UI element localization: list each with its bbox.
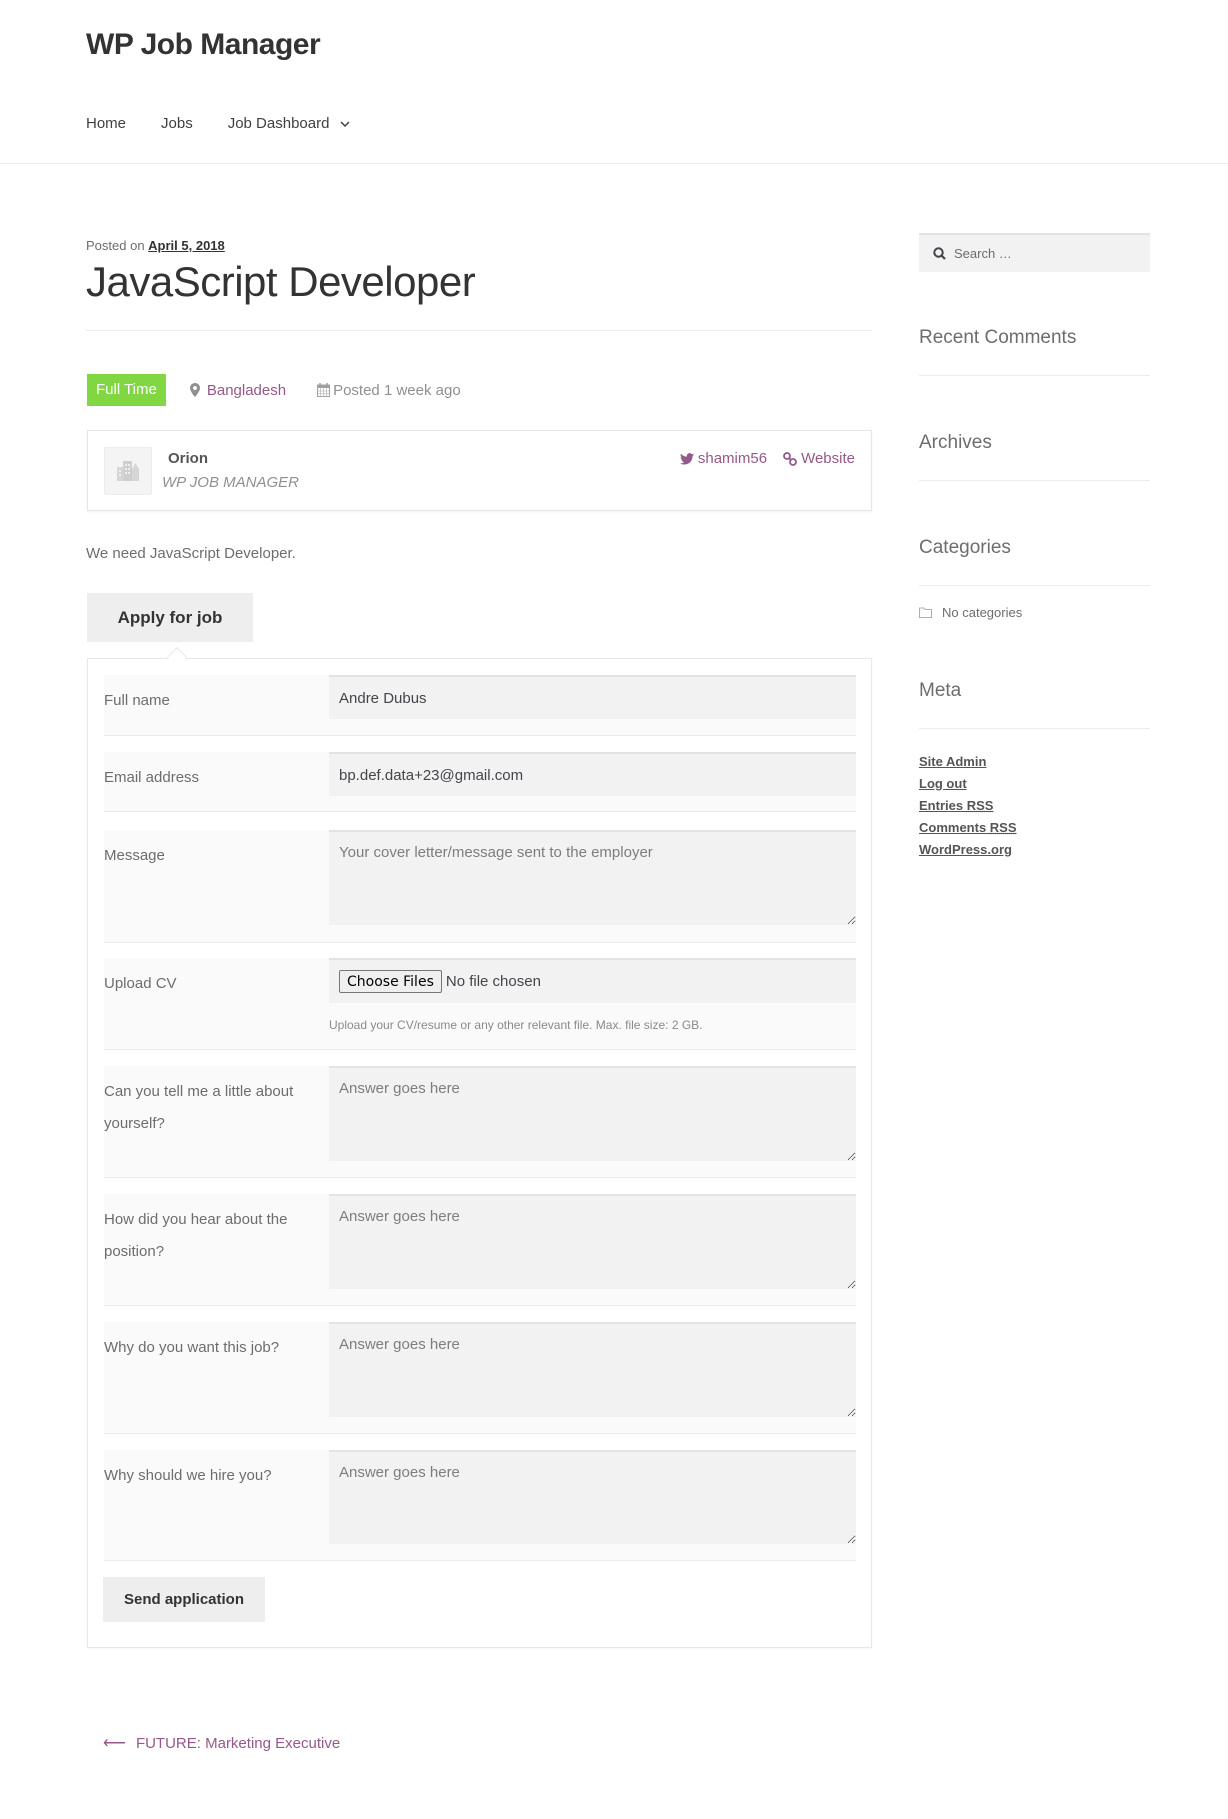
header-divider xyxy=(0,163,1228,164)
file-status: No file chosen xyxy=(445,973,541,990)
company-name: Orion xyxy=(168,450,208,467)
hear-about-textarea[interactable] xyxy=(329,1194,856,1289)
send-application-button[interactable]: Send application xyxy=(103,1577,265,1622)
field-row-message: Message xyxy=(104,830,856,943)
site-title[interactable]: WP Job Manager xyxy=(86,28,321,62)
meta-link-wordpress-org[interactable]: WordPress.org xyxy=(919,839,1017,861)
choose-files-button[interactable]: Choose Files xyxy=(339,970,442,993)
full-name-label: Full name xyxy=(104,692,170,709)
upload-hint: Upload your CV/resume or any other relev… xyxy=(329,1018,703,1032)
rss-abbr: RSS xyxy=(966,798,994,813)
widget-divider xyxy=(919,728,1150,729)
email-label: Email address xyxy=(104,769,200,786)
nav-item-job-dashboard[interactable]: Job Dashboard xyxy=(228,115,330,132)
why-want-job-textarea[interactable] xyxy=(329,1322,856,1417)
chevron-down-icon[interactable] xyxy=(340,117,350,131)
company-info: Orion WP JOB MANAGER shamim56 Website xyxy=(87,430,872,511)
widget-divider xyxy=(919,480,1150,481)
nav-item-jobs[interactable]: Jobs xyxy=(161,115,193,132)
building-icon xyxy=(117,461,139,481)
hear-about-label: How did you hear about the position? xyxy=(104,1211,288,1260)
field-row-why-want-job: Why do you want this job? xyxy=(104,1322,856,1434)
widget-divider xyxy=(919,585,1150,586)
widget-title-meta: Meta xyxy=(919,680,962,701)
company-tagline: WP JOB MANAGER xyxy=(162,474,299,491)
why-hire-textarea[interactable] xyxy=(329,1450,856,1544)
page-title: JavaScript Developer xyxy=(86,258,476,305)
meta-link-comments-rss[interactable]: Comments RSS xyxy=(919,817,1017,839)
upload-cv-label: Upload CV xyxy=(104,975,177,992)
posted-on: Posted on April 5, 2018 xyxy=(86,238,225,253)
email-input[interactable] xyxy=(329,752,856,796)
company-twitter-link[interactable]: shamim56 xyxy=(679,450,768,467)
rss-abbr: RSS xyxy=(989,820,1017,835)
message-textarea[interactable] xyxy=(329,830,856,925)
twitter-handle: shamim56 xyxy=(697,450,768,467)
title-divider xyxy=(86,330,872,331)
map-pin-icon xyxy=(189,383,200,397)
posted-on-prefix: Posted on xyxy=(86,238,145,253)
job-type-badge: Full Time xyxy=(87,374,166,406)
field-row-about-yourself: Can you tell me a little about yourself? xyxy=(104,1066,856,1178)
job-meta: Full Time Bangladesh Posted 1 week ago xyxy=(87,374,461,406)
cv-file-input[interactable]: Choose Files No file chosen xyxy=(329,958,856,1003)
twitter-icon xyxy=(679,452,694,465)
message-label: Message xyxy=(104,847,165,864)
about-yourself-textarea[interactable] xyxy=(329,1066,856,1161)
meta-link-site-admin[interactable]: Site Admin xyxy=(919,751,1017,773)
company-website-link[interactable]: Website xyxy=(783,450,855,467)
arrow-left-icon: ⟵ xyxy=(103,1735,126,1752)
search-icon xyxy=(933,247,946,260)
nav-item-home[interactable]: Home xyxy=(86,115,126,132)
why-hire-label: Why should we hire you? xyxy=(104,1467,272,1484)
posted-date: Posted 1 week ago xyxy=(317,382,461,399)
previous-post-link[interactable]: ⟵ FUTURE: Marketing Executive xyxy=(103,1733,340,1753)
company-logo xyxy=(104,447,152,495)
meta-links: Site Admin Log out Entries RSS Comments … xyxy=(919,751,1017,861)
entries-label: Entries xyxy=(919,798,967,813)
field-row-hear-about: How did you hear about the position? xyxy=(104,1194,856,1306)
job-description: We need JavaScript Developer. xyxy=(86,545,296,562)
calendar-icon xyxy=(317,383,331,397)
about-yourself-label: Can you tell me a little about yourself? xyxy=(104,1083,294,1132)
primary-nav: Home Jobs Job Dashboard xyxy=(86,115,350,132)
widget-title-archives: Archives xyxy=(919,432,992,453)
posted-date-link[interactable]: April 5, 2018 xyxy=(148,238,225,253)
field-row-email: Email address xyxy=(104,752,856,812)
company-links: shamim56 Website xyxy=(679,450,855,467)
why-want-job-label: Why do you want this job? xyxy=(104,1339,280,1356)
field-row-full-name: Full name xyxy=(104,675,856,736)
application-form: Full name Email address Message Upload C… xyxy=(87,658,872,1648)
no-categories-text: No categories xyxy=(942,605,1023,620)
location-text: Bangladesh xyxy=(206,381,287,399)
link-icon xyxy=(783,451,797,466)
widget-title-recent-comments: Recent Comments xyxy=(919,327,1077,348)
field-row-upload-cv: Upload CV Choose Files No file chosen Up… xyxy=(104,958,856,1050)
field-row-why-hire: Why should we hire you? xyxy=(104,1450,856,1561)
full-name-input[interactable] xyxy=(329,675,856,719)
folder-icon xyxy=(919,607,932,618)
meta-link-entries-rss[interactable]: Entries RSS xyxy=(919,795,1017,817)
previous-post-title: FUTURE: Marketing Executive xyxy=(135,1734,341,1752)
posted-ago-text: Posted 1 week ago xyxy=(333,381,461,399)
comments-label: Comments xyxy=(919,820,990,835)
website-label: Website xyxy=(801,450,855,467)
search-input[interactable] xyxy=(954,246,1144,261)
widget-title-categories: Categories xyxy=(919,537,1011,558)
job-location[interactable]: Bangladesh xyxy=(189,381,287,399)
apply-for-job-button[interactable]: Apply for job xyxy=(87,593,253,642)
search-form xyxy=(919,233,1150,272)
meta-link-log-out[interactable]: Log out xyxy=(919,773,1017,795)
widget-divider xyxy=(919,375,1150,376)
categories-empty: No categories xyxy=(919,605,1022,620)
